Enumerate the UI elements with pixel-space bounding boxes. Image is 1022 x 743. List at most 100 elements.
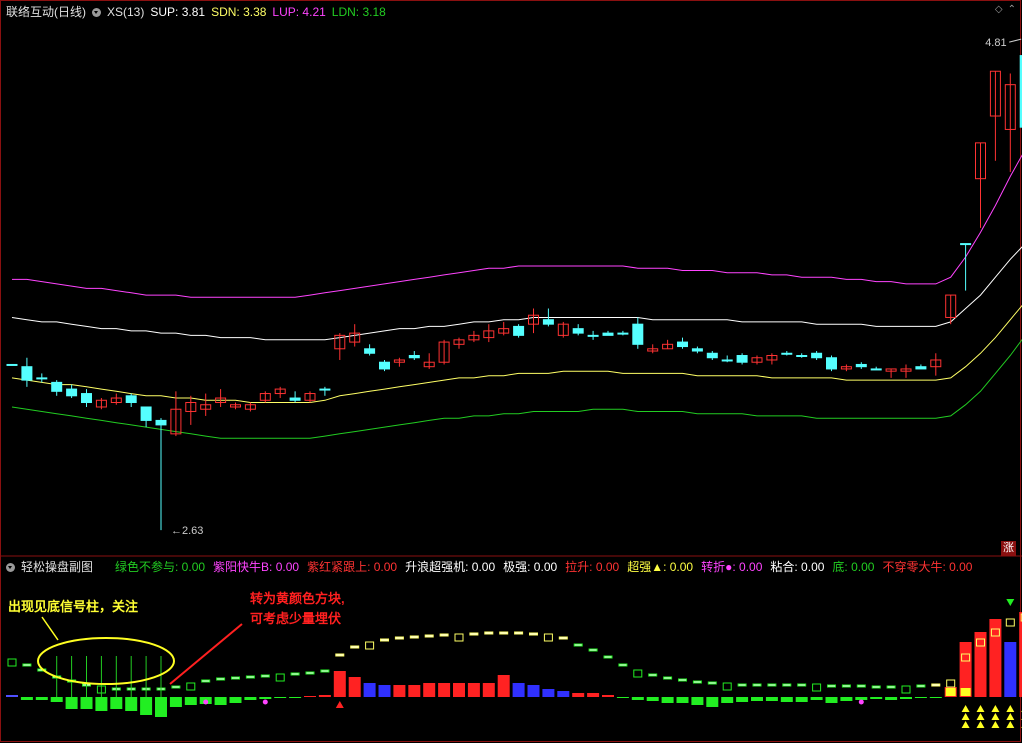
sub-bar (870, 697, 883, 699)
sub-signal (484, 631, 494, 635)
up-triangle (961, 713, 970, 720)
sub-signal (707, 681, 717, 685)
sub-signal (841, 684, 851, 688)
subchart-value-0: 绿色不参与: 0.00 (115, 560, 206, 574)
sub-bar (95, 697, 108, 711)
candle-body (140, 406, 152, 421)
left-annotation-pointer (41, 616, 59, 641)
sub-bar (780, 697, 793, 702)
candle-body (125, 395, 137, 404)
sub-signal (856, 684, 866, 688)
sub-signal (245, 675, 255, 679)
sub-signal (380, 638, 389, 642)
sub-bar (140, 697, 153, 715)
sub-signal (231, 676, 240, 680)
sub-bar (631, 697, 644, 700)
sub-bar (214, 697, 227, 705)
candle-body (796, 355, 808, 358)
green-down-triangle (1006, 599, 1015, 606)
sub-signal (216, 677, 226, 681)
candle-body (6, 363, 18, 366)
sub-signal (797, 683, 807, 687)
sub-signal (648, 673, 658, 677)
candle-body (513, 325, 525, 336)
sub-bar (229, 697, 242, 703)
candle-body (51, 381, 63, 392)
sub-signal (603, 655, 613, 659)
sub-signal (499, 631, 509, 635)
sub-bar (512, 683, 525, 697)
yellow-block (960, 688, 971, 696)
sub-bar (587, 693, 600, 697)
sub-bar (65, 697, 78, 709)
up-triangle (1006, 713, 1015, 720)
annotation-left: 出现见底信号柱，关注 (8, 599, 139, 614)
up-triangle (976, 721, 985, 728)
candle-body (81, 393, 92, 404)
bottom-signal-ellipse (37, 637, 175, 685)
sub-signal (529, 632, 538, 636)
up-triangle (961, 705, 970, 712)
sub-bar (408, 685, 421, 697)
subchart-value-10: 不穿零大牛: 0.00 (882, 560, 973, 574)
sub-signal (7, 658, 17, 667)
up-triangle (976, 713, 985, 720)
candle-body (811, 352, 823, 359)
subchart-menu-icon[interactable] (6, 562, 15, 572)
annotation-right-1: 转为黄颜色方块, (250, 591, 345, 606)
sub-signal (722, 682, 732, 691)
sub-signal (454, 633, 464, 642)
sub-bar (721, 697, 734, 703)
candle-body (408, 355, 420, 359)
sub-signal (171, 685, 181, 689)
sub-signal (692, 680, 702, 684)
sub-signal (290, 672, 300, 676)
turn-dot (203, 699, 209, 705)
candle-body (870, 368, 882, 371)
yellow-block (945, 688, 956, 696)
candle-body (587, 334, 599, 337)
candle-body (319, 388, 331, 391)
sub-bar (825, 697, 838, 703)
candle-body (781, 352, 793, 355)
candle-body (691, 348, 703, 352)
sub-signal (1005, 618, 1015, 627)
candle-body (602, 332, 614, 336)
candle-body (915, 366, 927, 370)
sub-bar (35, 697, 48, 700)
sub-signal (469, 632, 479, 636)
sub-bar (736, 697, 749, 702)
sub-signal (335, 653, 345, 657)
candlestick-chart[interactable]: 4.81 ←2.63 (0, 0, 1022, 743)
sub-bar (333, 671, 346, 697)
annotation-right-2: 可考虑少量埋伏 (250, 611, 342, 626)
subchart-value-3: 升浪超强机: 0.00 (405, 560, 496, 574)
sub-signal (186, 682, 196, 691)
sub-bar (184, 697, 197, 705)
sub-bar (378, 685, 391, 697)
sub-signal (22, 663, 32, 667)
sub-signal (737, 683, 747, 687)
subchart-title[interactable]: 轻松操盘副图 (21, 559, 93, 575)
sub-bar (885, 697, 898, 700)
up-triangle (1006, 705, 1015, 712)
sub-bar (527, 685, 540, 697)
sub-bar (304, 696, 316, 697)
lup-line (12, 154, 1022, 298)
sdn-line (11, 304, 1022, 403)
sub-bar (900, 697, 912, 699)
sub-signal (275, 673, 285, 682)
sub-signal (618, 663, 628, 667)
sub-signal (558, 636, 568, 640)
sub-header: 轻松操盘副图 绿色不参与: 0.00 紫阳快牛B: 0.00 紫红紧跟上: 0.00… (6, 559, 980, 575)
sub-signal (320, 669, 330, 673)
sub-signal (752, 683, 762, 687)
right-annotation-pointer (169, 623, 243, 685)
sub-signal (663, 676, 673, 680)
sub-bar (259, 697, 272, 699)
subchart-value-1: 紫阳快牛B: 0.00 (213, 560, 300, 574)
sub-signal (678, 678, 687, 682)
sub-signal (365, 641, 375, 650)
candle-body (632, 323, 644, 345)
sub-signal (394, 636, 404, 640)
